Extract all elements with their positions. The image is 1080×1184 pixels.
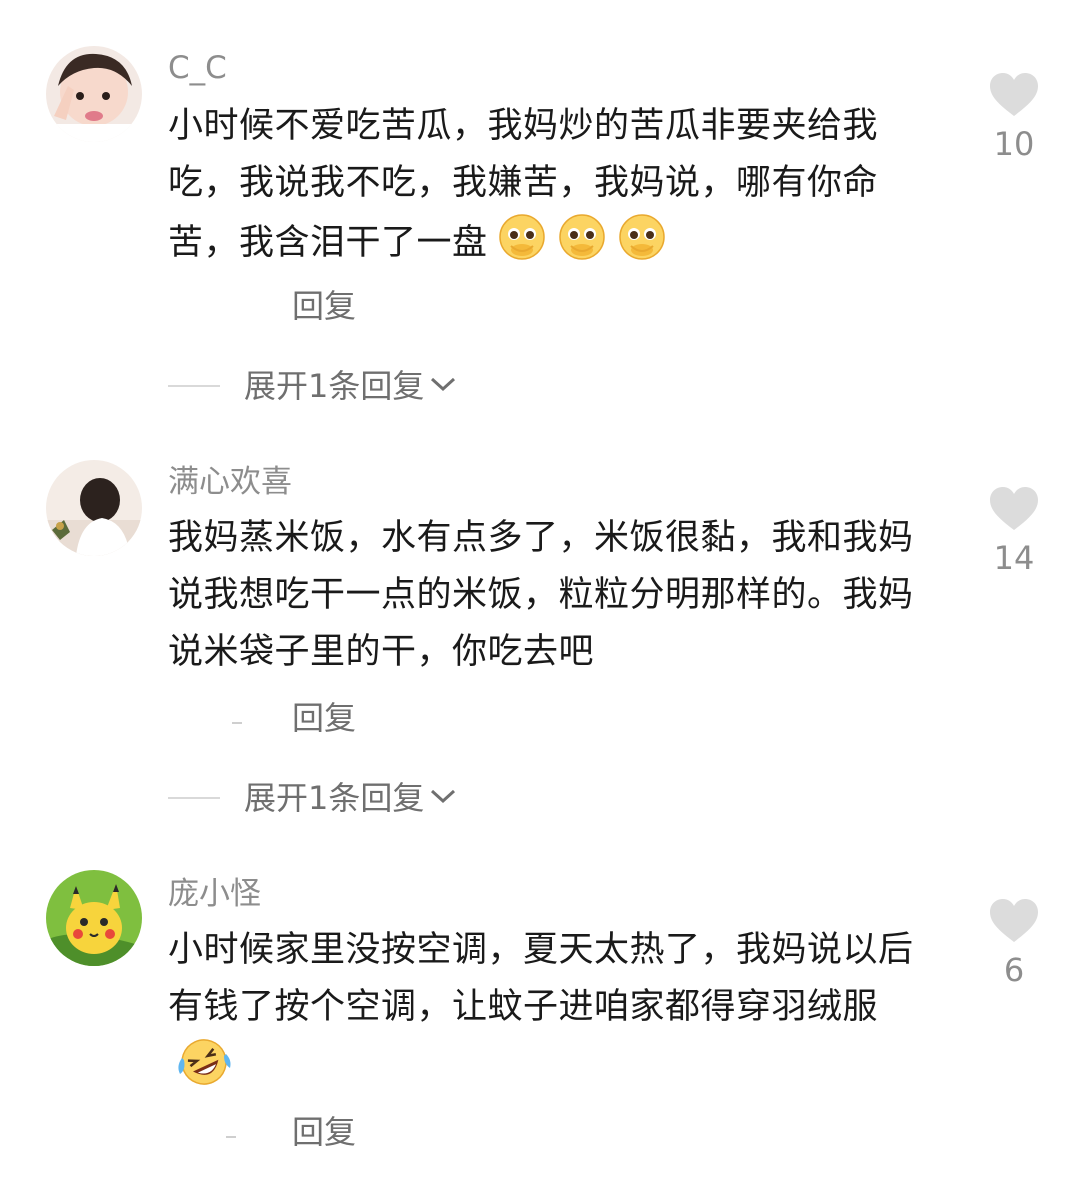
divider xyxy=(226,1136,236,1138)
username[interactable]: 庞小怪 xyxy=(168,874,261,914)
heart-icon xyxy=(990,899,1038,942)
comment-item: 庞小怪 小时候家里没按空调，夏天太热了，我妈说以后有钱了按个空调，让蚊子进咱家都… xyxy=(0,0,1080,1184)
comment-body: 小时候家里没按空调，夏天太热了，我妈说以后有钱了按个空调，让蚊子进咱家都得穿羽绒… xyxy=(168,930,914,1027)
reply-button[interactable]: 回复 xyxy=(292,1112,356,1152)
like-count: 6 xyxy=(1003,951,1025,989)
like-button[interactable]: 6 xyxy=(982,898,1046,990)
comment-text: 小时候家里没按空调，夏天太热了，我妈说以后有钱了按个空调，让蚊子进咱家都得穿羽绒… xyxy=(168,922,928,1106)
avatar[interactable] xyxy=(46,870,142,966)
rolling-laughing-face-icon xyxy=(176,1036,232,1106)
